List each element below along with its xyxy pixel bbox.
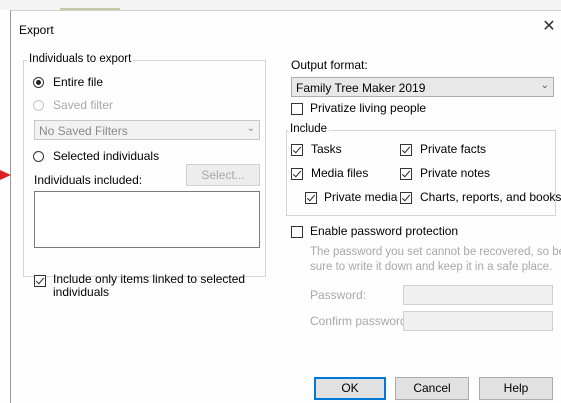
- password-protection-checkbox[interactable]: [291, 226, 303, 238]
- media-files-label[interactable]: Media files: [311, 166, 368, 180]
- entire-file-label[interactable]: Entire file: [53, 75, 103, 89]
- entire-file-radio[interactable]: [33, 77, 44, 88]
- output-format-value: Family Tree Maker 2019: [296, 81, 426, 95]
- private-facts-checkbox[interactable]: [400, 144, 412, 156]
- linked-only-checkbox[interactable]: [34, 275, 46, 287]
- saved-filter-radio[interactable]: [33, 100, 44, 111]
- red-arrow-marker-icon: [0, 170, 11, 180]
- dialog-title: Export: [19, 23, 54, 37]
- tasks-checkbox[interactable]: [291, 144, 303, 156]
- export-dialog: Export ✕ Individuals to export Entire fi…: [10, 10, 561, 403]
- individuals-included-list[interactable]: [34, 191, 260, 248]
- tasks-label[interactable]: Tasks: [311, 142, 342, 156]
- selected-individuals-label[interactable]: Selected individuals: [53, 149, 159, 163]
- confirm-password-label: Confirm password:: [310, 314, 411, 328]
- saved-filter-label[interactable]: Saved filter: [53, 98, 113, 112]
- selected-individuals-radio[interactable]: [33, 151, 44, 162]
- cancel-button[interactable]: Cancel: [395, 377, 469, 400]
- private-facts-label[interactable]: Private facts: [420, 142, 486, 156]
- individuals-group-label: Individuals to export: [27, 53, 134, 65]
- password-protection-label[interactable]: Enable password protection: [310, 224, 458, 238]
- private-media-checkbox[interactable]: [305, 192, 317, 204]
- confirm-password-input[interactable]: [403, 311, 553, 331]
- chevron-down-icon: ⌄: [246, 123, 255, 134]
- output-format-select[interactable]: Family Tree Maker 2019 ⌄: [291, 77, 554, 97]
- private-notes-checkbox[interactable]: [400, 168, 412, 180]
- individuals-included-label: Individuals included:: [34, 173, 143, 187]
- privatize-checkbox[interactable]: [291, 103, 303, 115]
- password-label: Password:: [310, 288, 367, 302]
- password-note: The password you set cannot be recovered…: [310, 246, 561, 273]
- output-format-label: Output format:: [291, 58, 368, 72]
- chevron-down-icon: ⌄: [540, 80, 549, 91]
- private-media-label[interactable]: Private media: [324, 190, 397, 204]
- charts-reports-checkbox[interactable]: [400, 192, 412, 204]
- charts-reports-label[interactable]: Charts, reports, and books: [420, 190, 561, 204]
- include-group-label: Include: [288, 123, 330, 135]
- privatize-label[interactable]: Privatize living people: [310, 101, 426, 115]
- password-input[interactable]: [403, 285, 553, 305]
- media-files-checkbox[interactable]: [291, 168, 303, 180]
- saved-filter-value: No Saved Filters: [39, 124, 128, 138]
- linked-only-label[interactable]: Include only items linked to selected in…: [53, 273, 253, 299]
- select-button[interactable]: Select...: [186, 164, 260, 186]
- private-notes-label[interactable]: Private notes: [420, 166, 490, 180]
- saved-filter-select[interactable]: No Saved Filters ⌄: [34, 120, 260, 140]
- ok-button[interactable]: OK: [314, 377, 386, 400]
- close-icon[interactable]: ✕: [539, 16, 559, 38]
- help-button[interactable]: Help: [479, 377, 553, 400]
